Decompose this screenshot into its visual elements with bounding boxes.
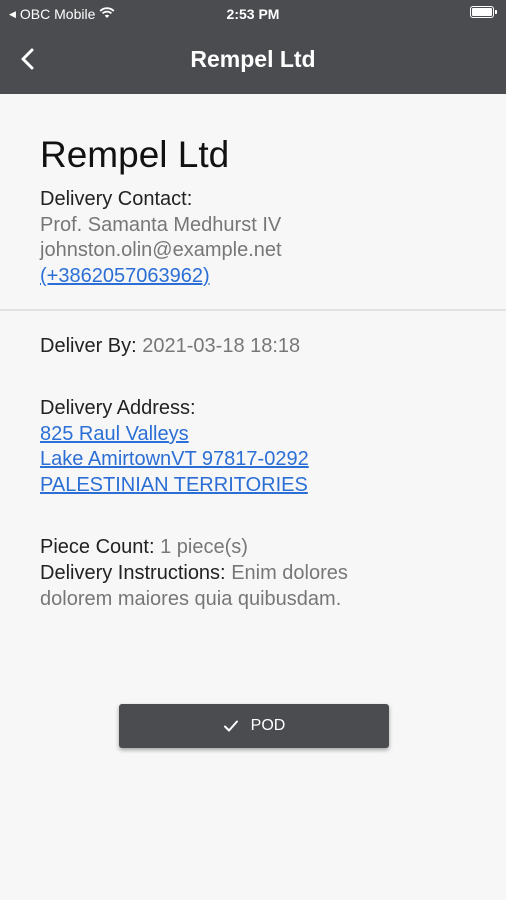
status-time: 2:53 PM <box>226 6 280 22</box>
instructions-value-line2: dolorem maiores quia quibusdam. <box>40 588 342 610</box>
battery-icon <box>470 6 497 18</box>
contact-name: Prof. Samanta Medhurst IV <box>40 214 282 236</box>
instructions-value-line1: Enim dolores <box>231 562 348 584</box>
address-line1-link[interactable]: 825 Raul Valleys <box>40 421 189 447</box>
status-bar: ◀ OBC Mobile 2:53 PM <box>0 0 506 28</box>
piece-count-row: Piece Count: 1 piece(s) <box>40 534 248 560</box>
delivery-contact-label: Delivery Contact: <box>40 188 193 210</box>
deliver-by-row: Deliver By: 2021-03-18 18:18 <box>40 333 300 359</box>
nav-bar: Rempel Ltd <box>0 40 506 80</box>
delivery-address-label: Delivery Address: <box>40 397 196 419</box>
deliver-by-value: 2021-03-18 18:18 <box>142 335 301 357</box>
section-divider <box>0 309 506 311</box>
piece-count-value: 1 piece(s) <box>160 536 248 558</box>
company-name: Rempel Ltd <box>40 134 230 175</box>
app-header: ◀ OBC Mobile 2:53 PM Rempel Ltd <box>0 0 506 94</box>
deliver-by-label: Deliver By: <box>40 335 137 357</box>
contact-phone-link[interactable]: (+3862057063962) <box>40 263 210 289</box>
piece-count-label: Piece Count: <box>40 536 155 558</box>
instructions-label: Delivery Instructions: <box>40 562 226 584</box>
check-icon <box>223 720 238 732</box>
nav-title: Rempel Ltd <box>190 46 316 72</box>
contact-email: johnston.olin@example.net <box>40 239 282 261</box>
address-line2-link[interactable]: Lake AmirtownVT 97817-0292 <box>40 446 309 472</box>
address-line3-link[interactable]: PALESTINIAN TERRITORIES <box>40 472 308 498</box>
instructions-row: Delivery Instructions: Enim dolores <box>40 560 348 586</box>
pod-button[interactable]: POD <box>119 704 389 748</box>
pod-button-label: POD <box>250 717 286 734</box>
